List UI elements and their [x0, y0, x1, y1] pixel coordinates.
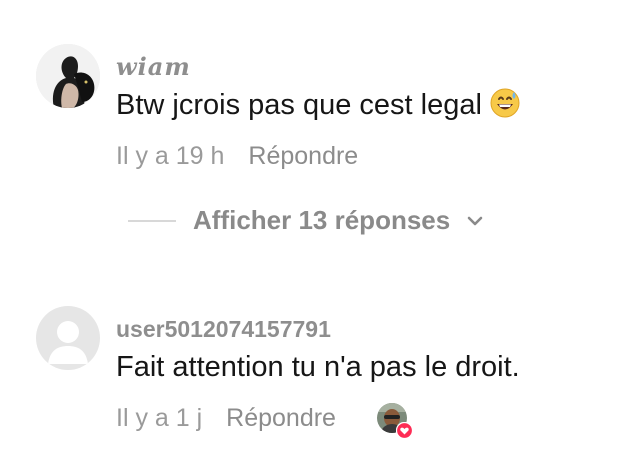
comment-timestamp: Il y a 1 j [116, 404, 203, 432]
avatar[interactable] [36, 306, 100, 370]
comment-text: Btw jcrois pas que cest legal [116, 88, 520, 122]
comment-username[interactable]: wiam [116, 52, 191, 81]
view-replies-button[interactable]: Afficher 13 réponses [128, 205, 486, 236]
comment-username[interactable]: user5012074157791 [116, 316, 331, 343]
avatar-photo-icon [36, 44, 100, 108]
avatar[interactable] [36, 44, 100, 108]
comment-meta: Il y a 1 j Répondre [116, 404, 336, 433]
reply-button[interactable]: Répondre [248, 142, 358, 171]
comment-text-content: Btw jcrois pas que cest legal [116, 89, 482, 121]
default-avatar-icon [36, 306, 100, 370]
view-replies-label: Afficher 13 réponses [193, 205, 451, 235]
heart-icon [396, 422, 413, 439]
reply-button[interactable]: Répondre [226, 404, 336, 433]
chevron-down-icon [467, 216, 483, 225]
divider [128, 219, 176, 222]
creator-liked-avatar [376, 402, 413, 439]
comment-meta: Il y a 19 h Répondre [116, 142, 358, 171]
comment-timestamp: Il y a 19 h [116, 142, 225, 170]
comment-text: Fait attention tu n'a pas le droit. [116, 351, 520, 383]
grinning-face-with-sweat-icon [490, 88, 520, 118]
